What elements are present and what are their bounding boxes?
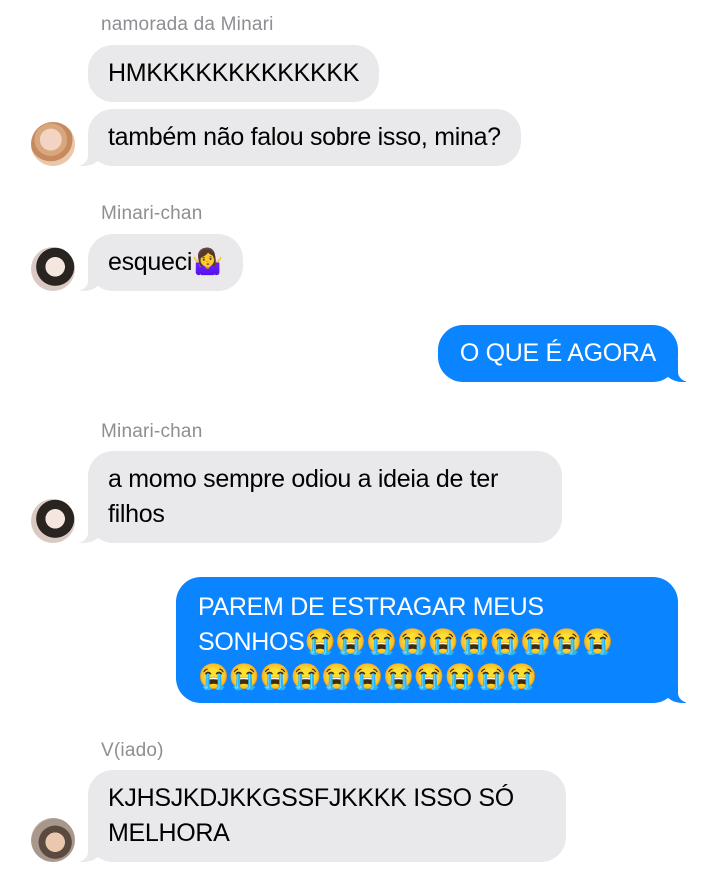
message-bubble[interactable]: esqueci🤷‍♀️ — [88, 234, 243, 291]
bubble-tail — [664, 681, 696, 703]
avatar[interactable] — [31, 247, 75, 291]
message-line: a momo sempre odiou a ideia de ter — [108, 465, 499, 493]
message-line: filhos — [108, 500, 165, 528]
bubble-tail — [70, 269, 102, 291]
message-line: SONHOS😭😭😭😭😭😭😭😭😭😭 — [198, 628, 613, 656]
message-bubble-sent[interactable]: O QUE É AGORA — [437, 325, 678, 382]
bubble-tail — [664, 360, 696, 382]
sender-name: namorada da Minari — [101, 14, 274, 35]
message-bubble[interactable]: KJHSJKDJKKGSSFJKKKK ISSO SÓ MELHORA — [88, 770, 566, 862]
sender-name: Minari-chan — [101, 421, 203, 442]
message-line: PAREM DE ESTRAGAR MEUS — [198, 593, 544, 621]
bubble-tail — [70, 144, 102, 166]
message-line: KJHSJKDJKKGSSFJKKKK ISSO SÓ — [108, 784, 514, 812]
avatar[interactable] — [31, 818, 75, 862]
bubble-tail — [70, 521, 102, 543]
sender-name: Minari-chan — [101, 203, 203, 224]
message-bubble[interactable]: HMKKKKKKKKKKKKK — [88, 45, 380, 102]
avatar[interactable] — [31, 499, 75, 543]
sender-name: V(iado) — [101, 740, 164, 761]
message-line: 😭😭😭😭😭😭😭😭😭😭😭 — [198, 663, 538, 691]
message-bubble[interactable]: a momo sempre odiou a ideia de ter filho… — [88, 451, 562, 543]
message-line: MELHORA — [108, 819, 230, 847]
avatar[interactable] — [31, 122, 75, 166]
message-bubble-sent[interactable]: PAREM DE ESTRAGAR MEUS SONHOS😭😭😭😭😭😭😭😭😭😭 … — [176, 577, 678, 703]
bubble-tail — [70, 840, 102, 862]
message-bubble[interactable]: também não falou sobre isso, mina? — [88, 109, 521, 166]
